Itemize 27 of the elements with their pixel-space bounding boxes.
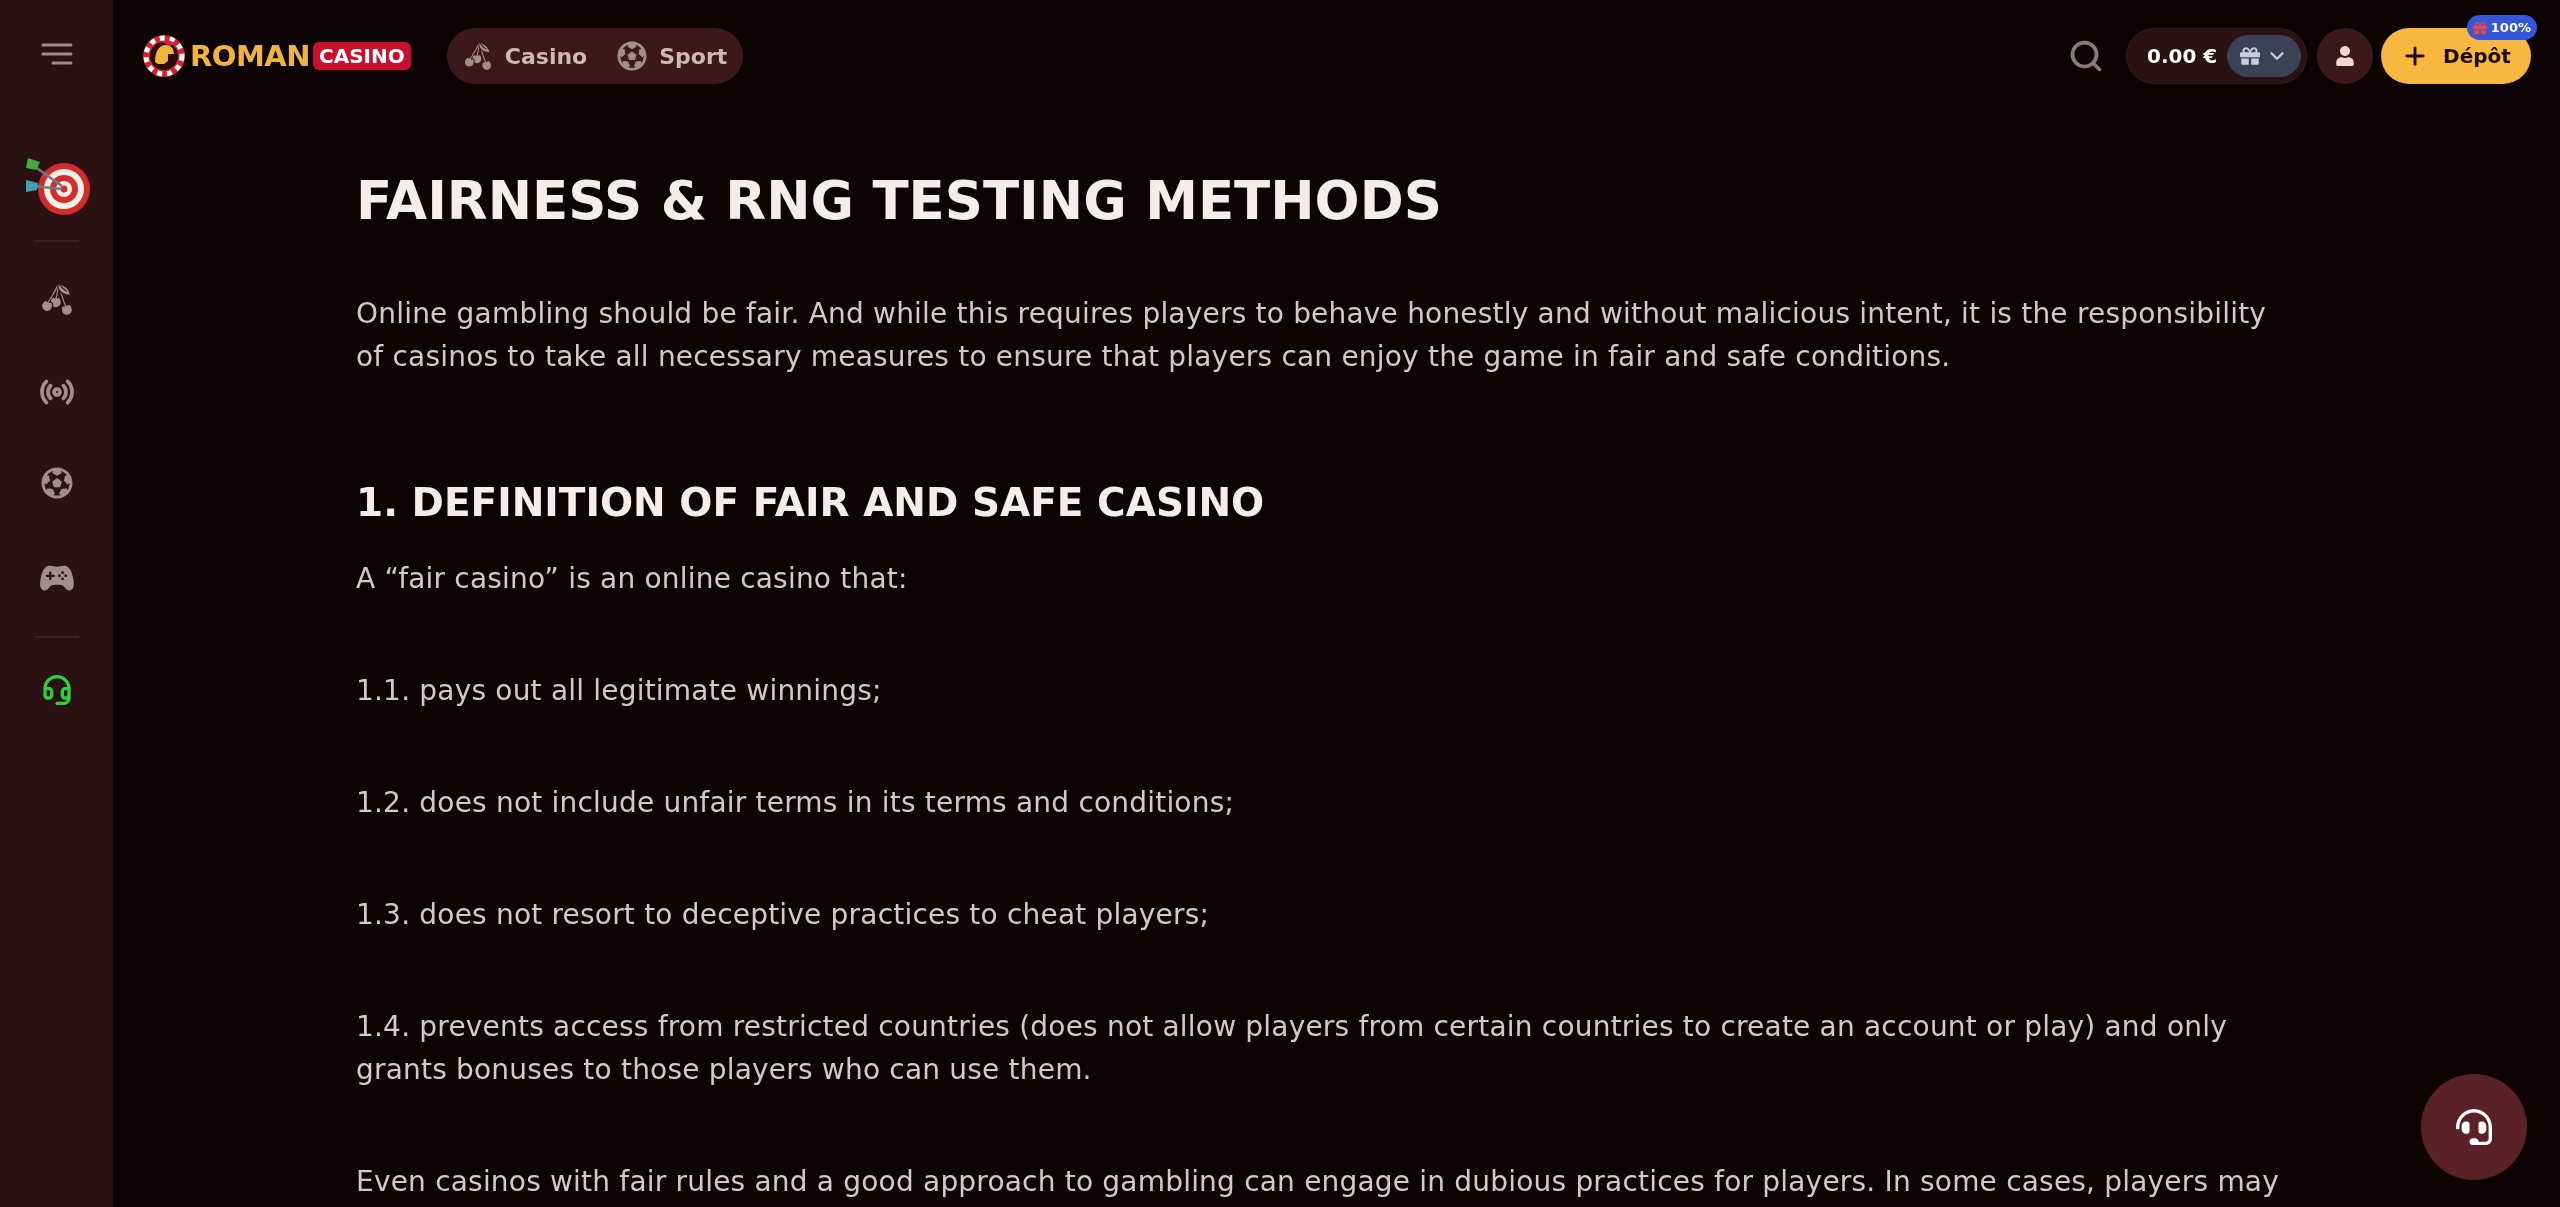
profile-button[interactable] xyxy=(2317,28,2373,84)
nav-link[interactable]: Sport xyxy=(617,39,728,73)
body-paragraph: 1.1. pays out all legitimate winnings; xyxy=(356,673,883,709)
body-paragraph: 1.2. does not include unfair terms in its terms and conditions; xyxy=(356,785,1236,821)
logo-tag[interactable]: CASINO xyxy=(313,42,411,70)
balance-amount: 0.00 € xyxy=(2147,43,2218,70)
body-paragraph: Even casinos with fair rules and a good approach to gambling can engage in dubious practices for players. In some cases, players may xyxy=(356,1164,2280,1200)
user-icon xyxy=(2335,46,2355,66)
body-paragraph: 1.4. prevents access from restricted countries (does not allow players from certain countries to create an account or play) and only grants bonuses to those players who can use them. xyxy=(356,1009,2228,1088)
body-paragraph: A “fair casino” is an online casino that: xyxy=(356,561,909,597)
logo-wordmark[interactable]: ROMAN xyxy=(190,41,311,71)
section-heading: 1. DEFINITION OF FAIR AND SAFE CASINO xyxy=(356,481,1266,525)
bonus-dropdown[interactable] xyxy=(2227,35,2301,77)
dart-target-icon[interactable] xyxy=(23,156,90,218)
body-paragraph: 1.3. does not resort to deceptive practices to cheat players; xyxy=(356,897,1211,933)
nav-link[interactable]: Casino xyxy=(462,39,588,73)
cherry-icon xyxy=(462,41,493,71)
headset-icon xyxy=(2456,1109,2492,1145)
headset-icon[interactable] xyxy=(40,674,73,706)
logo-icon[interactable] xyxy=(142,34,186,78)
gift-icon xyxy=(2240,46,2260,66)
cherry-icon[interactable] xyxy=(39,282,74,316)
search-icon[interactable] xyxy=(2068,38,2104,74)
intro-paragraph: Online gambling should be fair. And while this requires players to behave honestly and without malicious intent, it is the responsibility of casinos to take all necessary measures to ensure that players can enjoy the game in fair and safe conditions. xyxy=(356,296,2268,375)
page-title: FAIRNESS & RNG TESTING METHODS xyxy=(356,170,1443,232)
menu-icon[interactable] xyxy=(40,43,73,65)
gift-icon xyxy=(2472,20,2487,35)
